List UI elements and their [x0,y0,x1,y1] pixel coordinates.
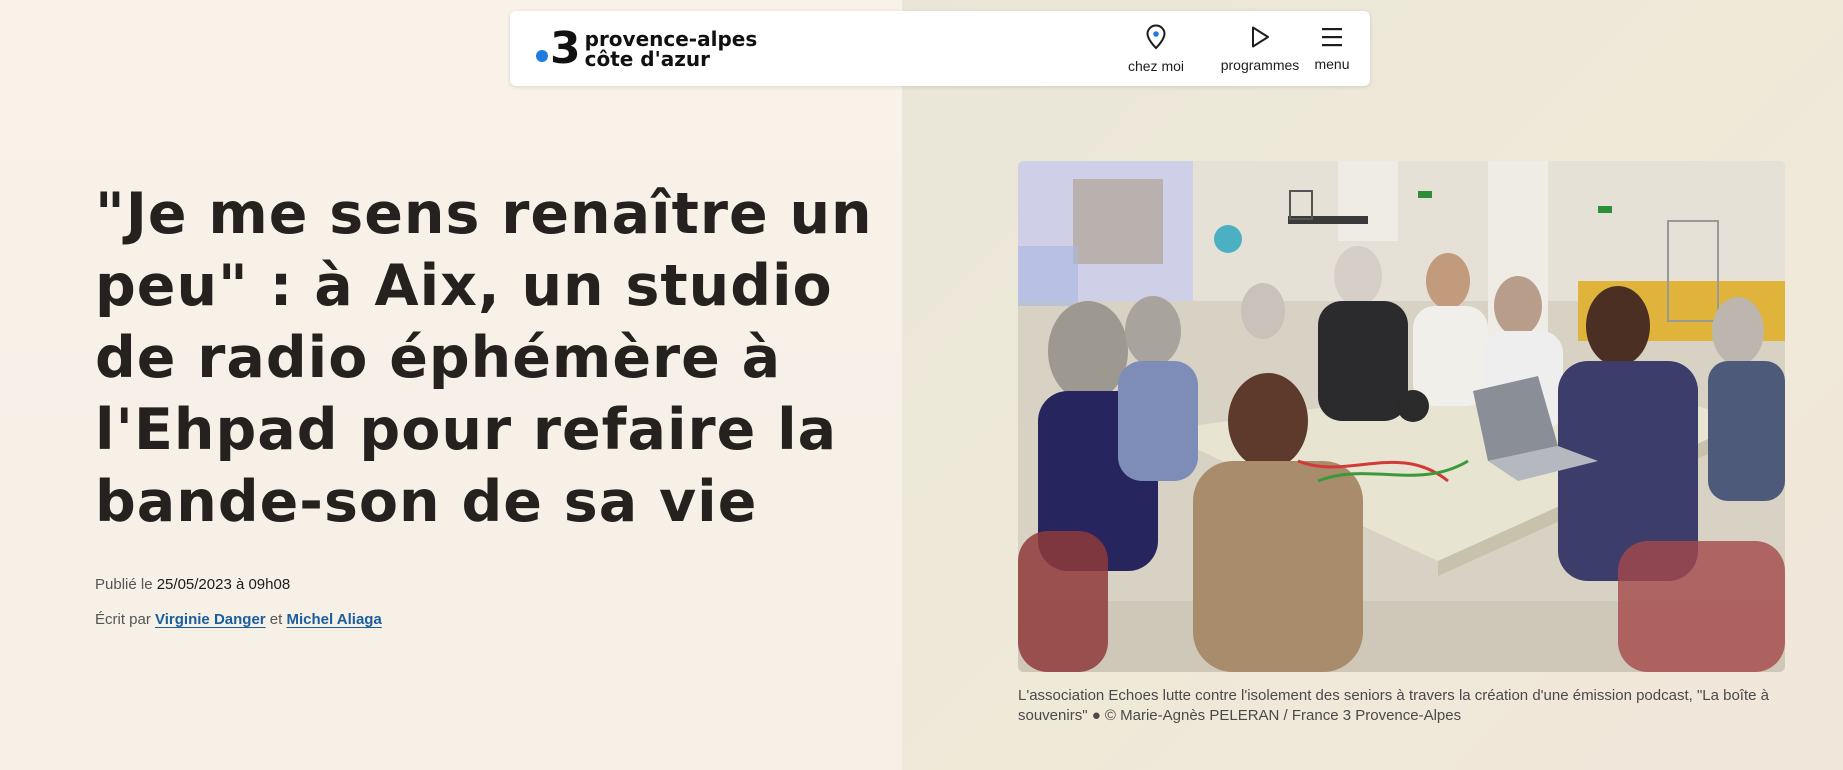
site-logo[interactable]: 3 provence-alpes côte d'azur [536,27,757,71]
nav-chez-moi[interactable]: chez moi [1116,11,1196,86]
logo-number: 3 [550,23,581,74]
article-photo [1018,161,1785,672]
published-date: Publié le 25/05/2023 à 09h08 [95,576,290,593]
published-value: 25/05/2023 à 09h08 [156,576,291,593]
article-authors: Écrit par Virginie Danger et Michel Alia… [95,611,382,628]
photo-caption: L'association Echoes lutte contre l'isol… [1018,687,1769,724]
play-icon [1249,25,1271,53]
nav-chez-moi-label: chez moi [1127,57,1185,74]
authors-prefix: Écrit par [95,611,151,628]
logo-line-1: provence-alpes [584,27,758,51]
author-link-2[interactable]: Michel Aliaga [286,611,381,628]
nav-menu-label: menu [1314,55,1350,72]
logo-line-2: côte d'azur [584,47,710,71]
article-title: "Je me sens renaître un peu" : à Aix, un… [95,181,873,535]
location-pin-icon [1145,23,1167,54]
logo-dot [536,50,548,62]
nav-programmes[interactable]: programmes [1210,11,1310,86]
nav-programmes-label: programmes [1220,56,1300,73]
nav-menu[interactable]: menu [1302,11,1362,86]
logo-text: provence-alpes côte d'azur [585,29,758,69]
site-header: 3 provence-alpes côte d'azur chez moi pr… [510,11,1370,86]
published-prefix: Publié le [95,576,153,593]
author-link-1[interactable]: Virginie Danger [155,611,266,628]
hamburger-menu-icon [1320,26,1344,52]
photo-illustration [1018,161,1785,672]
authors-separator: et [269,611,283,628]
